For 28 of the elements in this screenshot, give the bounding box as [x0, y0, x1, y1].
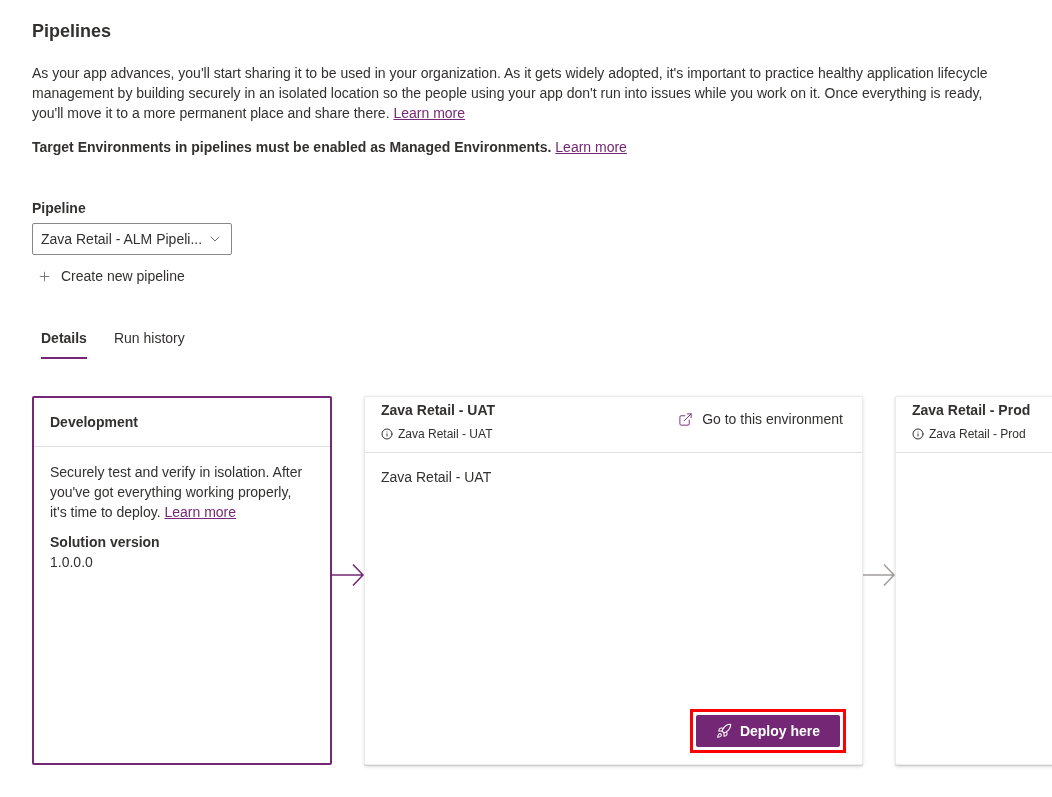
learn-more-link[interactable]: Learn more: [555, 139, 627, 155]
stage-body-text: Zava Retail - UAT: [381, 468, 493, 487]
page-title: Pipelines: [32, 20, 113, 43]
learn-more-link[interactable]: Learn more: [164, 504, 237, 520]
connector-arrow: [863, 562, 895, 587]
environment-name: Zava Retail - Prod: [929, 426, 1026, 442]
field-label: Solution version: [50, 533, 161, 552]
field-value: 1.0.0.0: [50, 553, 94, 572]
intro-text: As your app advances, you'll start sharing it to be used in your organization. As it gets widely adopted, it's important to practice healthy application lifecycle management by building securely in an isolated location so the people using your app don't run into issues while you work on it. Once everything is ready, you'll move it to a more permanent place and share there. Learn more: [32, 64, 989, 123]
stage-title: Zava Retail - Prod: [912, 401, 1031, 420]
pipeline-label: Pipeline: [32, 199, 87, 218]
notice-text: Target Environments in pipelines must be enabled as Managed Environments. Learn more: [32, 138, 628, 157]
info-icon: [912, 428, 924, 440]
go-to-environment-link[interactable]: Go to this environment: [678, 409, 843, 429]
deploy-button[interactable]: Deploy here: [696, 715, 840, 747]
info-icon: [381, 428, 393, 440]
stage-description: Securely test and verify in isolation. After you've got everything working properly, it's time to deploy. Learn more: [50, 463, 304, 522]
environment-name: Zava Retail - UAT: [398, 426, 493, 442]
stage-title: Development: [50, 413, 138, 432]
stage-title: Zava Retail - UAT: [381, 401, 496, 420]
rocket-icon: [715, 723, 732, 739]
plus-icon: [37, 268, 52, 284]
tab[interactable]: Run history: [105, 315, 193, 359]
create-pipeline-button[interactable]: Create new pipeline: [32, 260, 189, 292]
pipeline-dropdown[interactable]: Zava Retail - ALM Pipeli...: [32, 223, 232, 255]
tab[interactable]: Details: [33, 315, 95, 359]
external-link-icon: [678, 411, 694, 427]
learn-more-link[interactable]: Learn more: [393, 105, 466, 121]
